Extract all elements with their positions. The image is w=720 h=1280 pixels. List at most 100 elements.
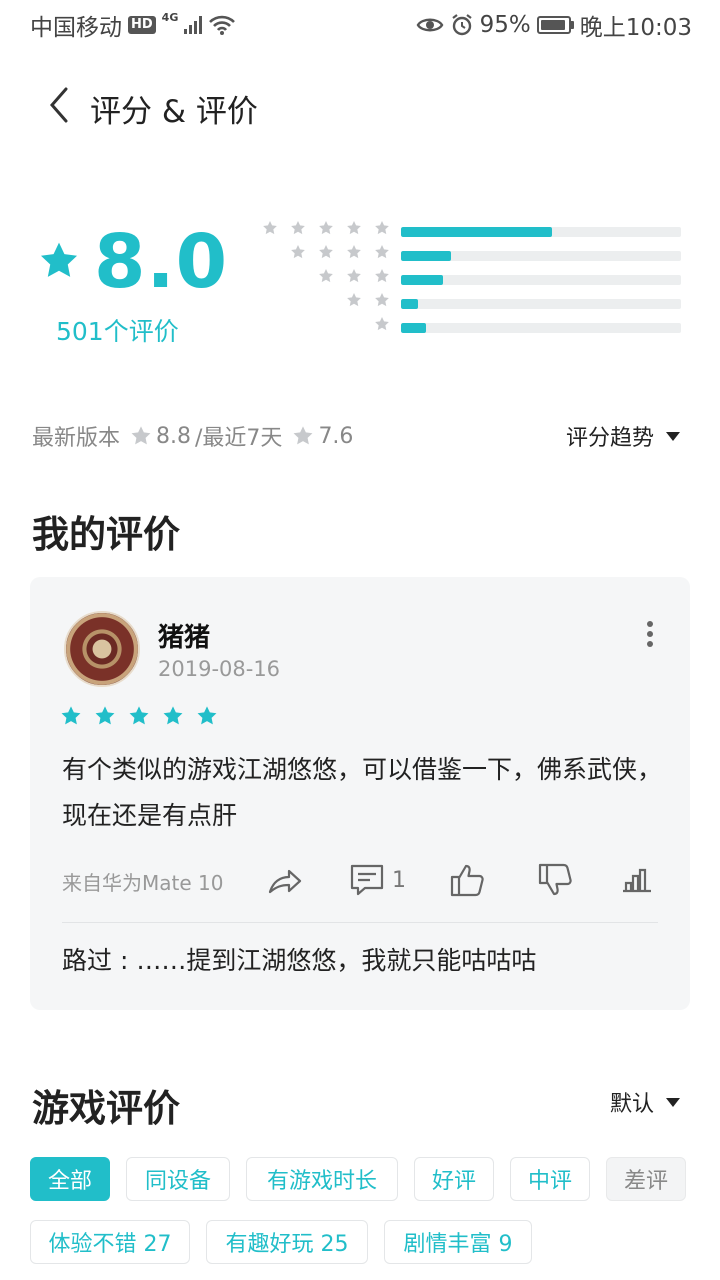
- tag-rich-story[interactable]: 剧情丰富 9: [384, 1220, 532, 1264]
- distribution-row-4-star: [256, 244, 686, 266]
- tag-fun[interactable]: 有趣好玩 25: [206, 1220, 368, 1264]
- clock: 晚上10:03: [579, 15, 692, 41]
- filter-same-device[interactable]: 同设备: [126, 1157, 230, 1201]
- review-date: 2019-08-16: [158, 657, 281, 681]
- share-button[interactable]: [266, 861, 304, 899]
- star-icon: [61, 706, 81, 725]
- sort-dropdown[interactable]: 默认: [610, 1086, 680, 1118]
- star-icon: [131, 426, 151, 445]
- eye-icon: [416, 18, 443, 32]
- star-icon: [129, 706, 149, 725]
- overall-score: 8.0: [94, 219, 229, 305]
- distribution-stars: [346, 292, 390, 308]
- star-icon: [375, 245, 389, 259]
- star-icon: [347, 269, 361, 283]
- distribution-bar-track: [401, 227, 681, 237]
- network-type: 4G: [161, 10, 179, 24]
- star-icon: [163, 706, 183, 725]
- recent-label: /最近7天: [195, 426, 283, 451]
- caret-down-icon: [666, 1097, 680, 1107]
- like-button[interactable]: [448, 861, 486, 899]
- header: 评分 & 评价: [0, 70, 720, 140]
- star-icon: [375, 317, 389, 331]
- star-icon: [319, 245, 333, 259]
- distribution-bar-fill: [401, 323, 427, 333]
- alarm-icon: [451, 14, 472, 36]
- comment-count: 1: [392, 867, 406, 893]
- distribution-bar-fill: [401, 251, 452, 261]
- distribution-bar-fill: [401, 275, 443, 285]
- more-options-icon[interactable]: [646, 621, 654, 647]
- star-icon: [293, 426, 313, 445]
- filter-all[interactable]: 全部: [30, 1157, 110, 1201]
- review-text: 有个类似的游戏江湖悠悠，可以借鉴一下，佛系武侠，现在还是有点肝: [62, 755, 663, 830]
- star-icon: [375, 221, 389, 235]
- distribution-bar-track: [401, 323, 681, 333]
- star-icon: [375, 269, 389, 283]
- my-review-title: 我的评价: [32, 513, 180, 556]
- reply-text[interactable]: 路过 : ……提到江湖悠悠，我就只能咕咕咕: [62, 941, 536, 977]
- caret-down-icon: [666, 431, 680, 441]
- star-icon: [375, 293, 389, 307]
- star-icon: [291, 245, 305, 259]
- wifi-icon: [209, 15, 236, 35]
- star-icon: [40, 242, 78, 277]
- comment-icon: [350, 864, 384, 896]
- filter-negative[interactable]: 差评: [606, 1157, 686, 1201]
- rating-trend-dropdown[interactable]: 评分趋势: [566, 420, 680, 452]
- battery-icon: [536, 16, 574, 34]
- star-icon: [347, 245, 361, 259]
- distribution-stars: [318, 268, 390, 284]
- share-icon: [268, 869, 302, 894]
- hd-icon: HD: [128, 16, 156, 34]
- star-icon: [319, 221, 333, 235]
- distribution-bar-fill: [401, 227, 553, 237]
- page-title: 评分 & 评价: [90, 94, 258, 130]
- distribution-bar-track: [401, 299, 681, 309]
- signal-icon: [184, 16, 203, 34]
- distribution-row-1-star: [256, 316, 686, 338]
- distribution-stars: [374, 316, 390, 332]
- filter-has-playtime[interactable]: 有游戏时长: [246, 1157, 398, 1201]
- review-stars: [60, 705, 218, 727]
- star-icon: [95, 706, 115, 725]
- distribution-bar-track: [401, 275, 681, 285]
- my-review-card: 猪猪 2019-08-16 有个类似的游戏江湖悠悠，可以借鉴一下，佛系武侠，现在…: [30, 577, 690, 1010]
- star-icon: [319, 269, 333, 283]
- version-rating-line: 最新版本 8.8 /最近7天 7.6: [32, 420, 353, 452]
- latest-version-score: 8.8: [156, 423, 192, 449]
- game-reviews-title: 游戏评价: [32, 1087, 180, 1130]
- thumbs-up-icon: [450, 864, 484, 897]
- recent-score: 7.6: [318, 423, 354, 449]
- bar-chart-icon: [623, 868, 651, 893]
- dislike-button[interactable]: [536, 861, 574, 899]
- review-count: 501个评价: [56, 317, 179, 346]
- thumbs-down-icon: [538, 863, 572, 896]
- distribution-bar-track: [401, 251, 681, 261]
- filter-positive[interactable]: 好评: [414, 1157, 494, 1201]
- distribution-stars: [290, 244, 390, 260]
- chevron-left-icon[interactable]: [44, 85, 74, 125]
- latest-version-label: 最新版本: [32, 426, 121, 451]
- user-name[interactable]: 猪猪: [158, 617, 210, 654]
- rating-trend-label: 评分趋势: [565, 426, 654, 451]
- avatar[interactable]: [64, 611, 140, 687]
- stats-button[interactable]: [618, 861, 656, 899]
- star-icon: [347, 221, 361, 235]
- star-icon: [263, 221, 277, 235]
- distribution-row-5-star: [256, 220, 686, 242]
- comment-button[interactable]: 1: [348, 861, 406, 899]
- distribution-bar-fill: [401, 299, 418, 309]
- device-label: 来自华为Mate 10: [62, 871, 224, 895]
- star-icon: [291, 221, 305, 235]
- carrier-label: 中国移动: [30, 15, 122, 41]
- star-icon: [197, 706, 217, 725]
- divider: [62, 922, 658, 923]
- distribution-row-3-star: [256, 268, 686, 290]
- star-icon: [347, 293, 361, 307]
- filter-neutral[interactable]: 中评: [510, 1157, 590, 1201]
- tag-good-experience[interactable]: 体验不错 27: [30, 1220, 190, 1264]
- distribution-row-2-star: [256, 292, 686, 314]
- battery-percent: 95%: [479, 12, 531, 38]
- distribution-stars: [262, 220, 390, 236]
